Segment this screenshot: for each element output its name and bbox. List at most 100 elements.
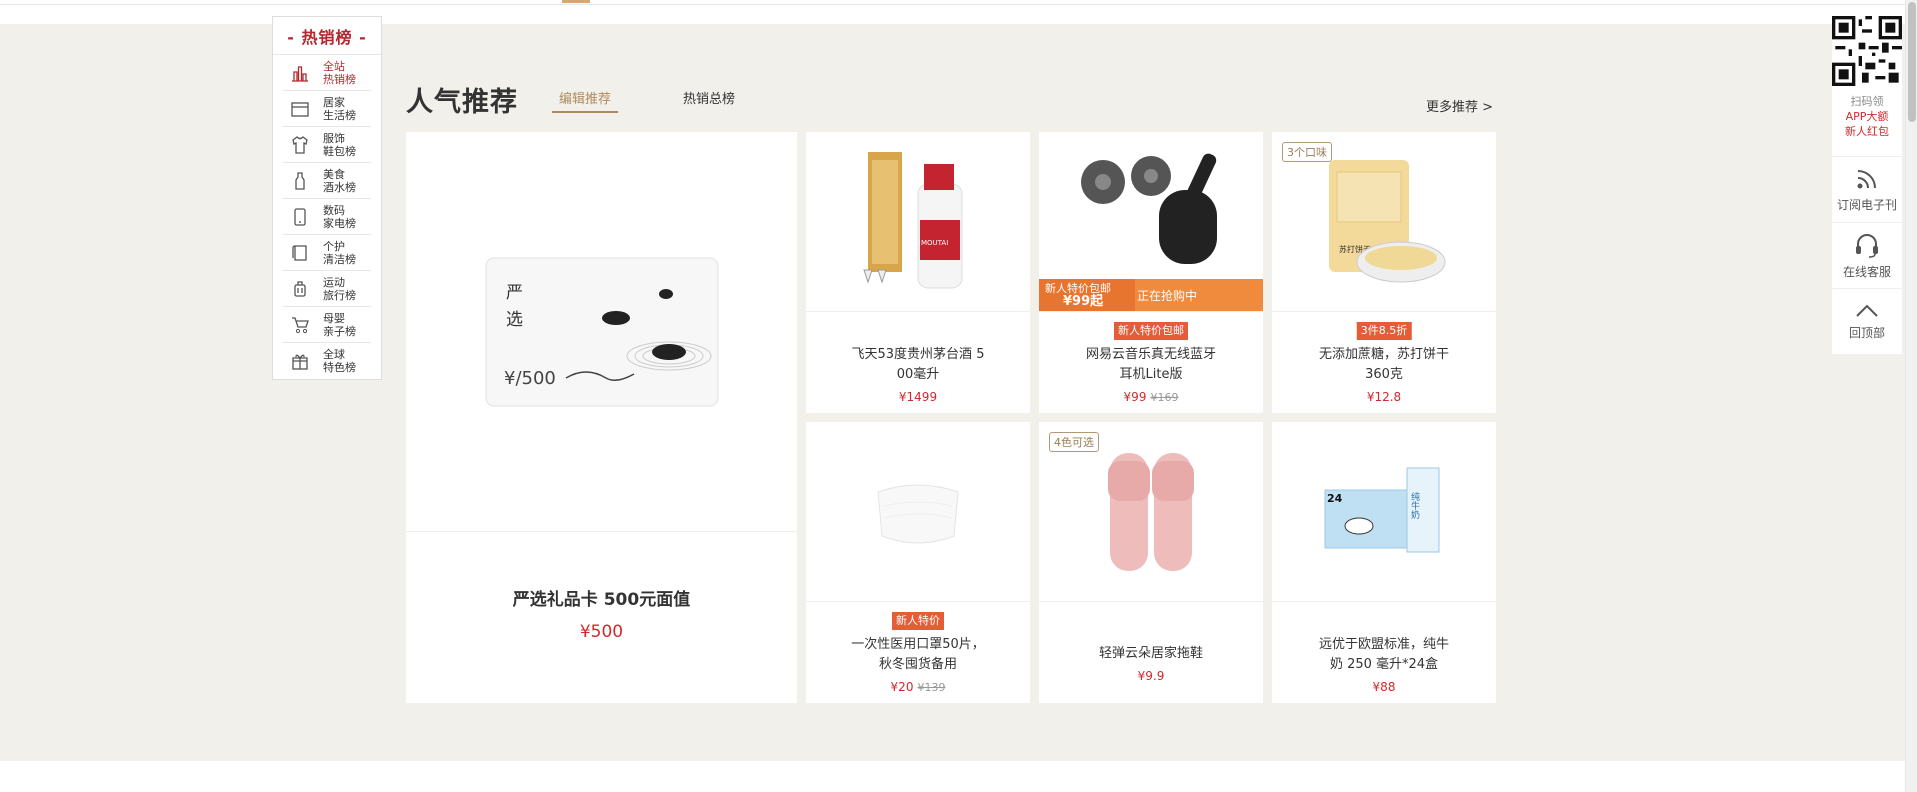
product-image-masks — [806, 422, 1030, 602]
product-price-earbuds: ¥99 ¥169 — [1123, 390, 1179, 404]
product-image-milk: 24 纯牛奶 — [1272, 422, 1496, 602]
scrollbar-thumb[interactable] — [1908, 2, 1916, 122]
towel-icon — [289, 242, 311, 264]
gift-icon — [289, 350, 311, 372]
rank-item-label: 美食 酒水榜 — [323, 167, 356, 194]
product-card-masks[interactable]: 新人特价 一次性医用口罩50片， 秋冬囤货备用 ¥20 ¥139 — [806, 422, 1030, 703]
rank-item-4[interactable]: 数码 家电榜 — [283, 199, 371, 235]
customer-service-label: 在线客服 — [1842, 265, 1891, 279]
flavor-badge-crackers: 3个口味 — [1282, 142, 1332, 162]
gift-card-product[interactable]: 严 选 ¥/500 严选礼品卡 500元面值 ¥500 — [406, 132, 797, 703]
product-tag-crackers: 3件8.5折 — [1356, 322, 1412, 340]
product-name-slippers: 轻弹云朵居家拖鞋 — [1098, 646, 1203, 661]
chevron-up-icon — [1856, 304, 1878, 317]
rank-item-8[interactable]: 全球 特色榜 — [283, 343, 371, 379]
slippers-image — [1108, 452, 1194, 571]
footer-area — [0, 761, 1905, 792]
rank-item-5[interactable]: 个护 清洁榜 — [283, 235, 371, 271]
hot-rank-list: 全站 热销榜居家 生活榜服饰 鞋包榜美食 酒水榜数码 家电榜个护 清洁榜运动 旅行榜母婴 亲子榜… — [273, 55, 381, 379]
product-image-moutai: MOUTAI — [806, 132, 1030, 312]
bottle-icon — [289, 170, 311, 192]
product-card-crackers[interactable]: 苏打饼干 3个口味 3件8.5折 无添加蔗糖，苏打饼干 360克 ¥12.8 — [1272, 132, 1496, 413]
rank-item-2[interactable]: 服饰 鞋包榜 — [283, 127, 371, 163]
hot-rank-panel: - 热销榜 - 全站 热销榜居家 生活榜服饰 鞋包榜美食 酒水榜数码 家电榜个护 清洁榜运动… — [272, 16, 382, 380]
rank-item-label: 居家 生活榜 — [323, 95, 356, 122]
promo-bar: 新人特价包邮 ¥99起 正在抢购中 — [1039, 279, 1263, 311]
product-price-masks: ¥20 ¥139 — [890, 680, 946, 694]
scrollbar[interactable] — [1905, 0, 1917, 792]
rank-item-1[interactable]: 居家 生活榜 — [283, 91, 371, 127]
rank-item-label: 服饰 鞋包榜 — [323, 131, 356, 158]
rank-item-label: 运动 旅行榜 — [323, 275, 356, 302]
rank-item-label: 个护 清洁榜 — [323, 239, 356, 266]
gift-card-name: 严选礼品卡 500元面值 — [512, 590, 691, 610]
rank-item-6[interactable]: 运动 旅行榜 — [283, 271, 371, 307]
app-qr-box[interactable]: 扫码领 APP大额 新人红包 — [1832, 16, 1902, 156]
masks-image — [877, 484, 959, 543]
milk-box-text: 纯牛奶 — [1409, 490, 1420, 519]
rank-item-3[interactable]: 美食 酒水榜 — [283, 163, 371, 199]
gift-card-image-area: 严 选 ¥/500 — [406, 132, 797, 532]
milk-image: 24 纯牛奶 — [1324, 467, 1440, 552]
gift-card-price: ¥500 — [579, 622, 624, 642]
headset-icon — [1856, 234, 1878, 258]
product-price-milk: ¥88 — [1372, 680, 1396, 694]
product-price-moutai: ¥1499 — [898, 390, 938, 404]
rank-item-label: 全站 热销榜 — [323, 59, 356, 86]
gift-card-value-text: ¥/500 — [504, 368, 556, 389]
product-price-slippers: ¥9.9 — [1137, 669, 1165, 683]
product-image-earbuds: 新人特价包邮 ¥99起 正在抢购中 — [1039, 132, 1263, 312]
promo-right-label: 正在抢购中 — [1137, 288, 1198, 303]
product-name-masks: 一次性医用口罩50片， 秋冬囤货备用 — [851, 637, 985, 672]
moutai-image: MOUTAI — [863, 151, 963, 288]
gift-card-text-2: 选 — [506, 310, 523, 330]
luggage-icon — [289, 278, 311, 300]
rank-item-7[interactable]: 母婴 亲子榜 — [283, 307, 371, 343]
phone-icon — [289, 206, 311, 228]
section-title: 人气推荐 — [406, 87, 518, 118]
subscribe-button[interactable]: 订阅电子刊 — [1832, 156, 1902, 222]
product-card-earbuds[interactable]: 新人特价包邮 ¥99起 正在抢购中 新人特价包邮 网易云音乐真无线蓝牙 耳机Lite… — [1039, 132, 1263, 413]
top-nav-bar — [0, 0, 1917, 5]
more-recommend-link[interactable]: 更多推荐 > — [1426, 96, 1493, 115]
promo-left-price: ¥99起 — [1063, 294, 1104, 309]
clothing-icon — [289, 134, 311, 156]
product-card-moutai[interactable]: MOUTAI 飞天53度贵州茅台酒 5 00毫升 ¥1499 — [806, 132, 1030, 413]
rank-item-label: 数码 家电榜 — [323, 203, 356, 230]
qr-caption-1: 扫码领 — [1850, 95, 1884, 108]
product-name-milk: 远优于欧盟标准，纯牛奶 250 毫升*24盒 — [1318, 637, 1449, 672]
back-to-top-label: 回顶部 — [1848, 326, 1885, 340]
gift-card-text-1: 严 — [506, 283, 523, 303]
product-name-crackers: 无添加蔗糖，苏打饼干 360克 — [1318, 347, 1449, 382]
rank-item-0[interactable]: 全站 热销榜 — [283, 55, 371, 91]
product-card-milk[interactable]: 24 纯牛奶 远优于欧盟标准，纯牛奶 250 毫升*24盒 ¥88 — [1272, 422, 1496, 703]
product-name-earbuds: 网易云音乐真无线蓝牙 耳机Lite版 — [1085, 347, 1216, 382]
bar-chart-icon — [289, 62, 311, 84]
rss-icon — [1857, 170, 1876, 189]
product-tag-earbuds: 新人特价包邮 — [1114, 322, 1188, 340]
subscribe-label: 订阅电子刊 — [1836, 198, 1897, 212]
rank-item-label: 全球 特色榜 — [323, 348, 356, 374]
qr-code-icon — [1832, 16, 1902, 86]
nav-active-indicator — [562, 0, 590, 3]
right-float-bar: 扫码领 APP大额 新人红包 订阅电子刊 在线客服 回顶部 — [1832, 16, 1902, 354]
qr-caption-3: 新人红包 — [1845, 125, 1889, 138]
earbuds-image — [1081, 153, 1217, 264]
hot-rank-title: - 热销榜 - — [273, 17, 381, 55]
product-card-slippers[interactable]: 4色可选 轻弹云朵居家拖鞋 ¥9.9 — [1039, 422, 1263, 703]
qr-caption-2: APP大额 — [1845, 110, 1889, 123]
tab-best-sellers[interactable]: 热销总榜 — [683, 88, 735, 107]
moutai-label-text: MOUTAI — [921, 239, 948, 247]
home-goods-icon — [289, 98, 311, 120]
milk-box-count: 24 — [1327, 492, 1343, 505]
product-name-moutai: 飞天53度贵州茅台酒 5 00毫升 — [851, 347, 985, 382]
customer-service-button[interactable]: 在线客服 — [1832, 222, 1902, 288]
rank-item-label: 母婴 亲子榜 — [323, 311, 356, 338]
color-options-badge: 4色可选 — [1049, 432, 1099, 452]
back-to-top-button[interactable]: 回顶部 — [1832, 288, 1902, 354]
crackers-image: 苏打饼干 — [1329, 159, 1446, 282]
stroller-icon — [289, 314, 311, 336]
tab-editor-picks[interactable]: 编辑推荐 — [552, 88, 619, 113]
product-price-crackers: ¥12.8 — [1366, 390, 1402, 404]
gift-card-image: 严 选 ¥/500 — [485, 257, 719, 407]
